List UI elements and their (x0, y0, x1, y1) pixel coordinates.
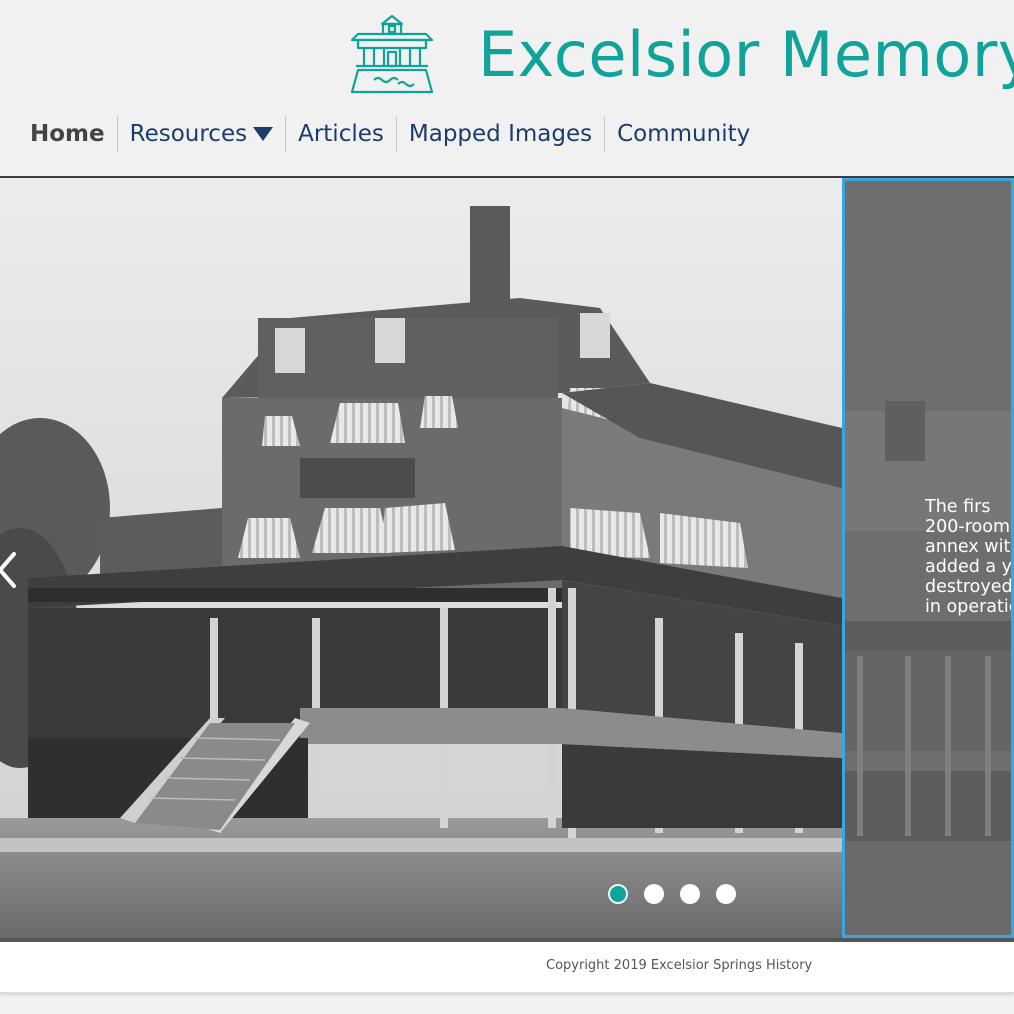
image-slideshow: The firs 200-room annex with added a y d… (0, 178, 1014, 942)
main-nav: Home Resources Articles Mapped Images Co… (18, 116, 762, 152)
copyright-text: Copyright 2019 Excelsior Springs History (546, 958, 813, 973)
nav-mapped-images[interactable]: Mapped Images (395, 116, 604, 152)
nav-community-label: Community (617, 121, 751, 147)
slide-photo (0, 178, 842, 938)
slide-indicators (608, 884, 736, 904)
site-footer: Copyright 2019 Excelsior Springs History (0, 942, 1014, 993)
nav-mapped-images-label: Mapped Images (408, 121, 593, 147)
nav-home[interactable]: Home (18, 116, 117, 152)
nav-home-label: Home (30, 121, 105, 147)
caret-down-icon (253, 127, 274, 141)
slide-dot-3[interactable] (680, 884, 700, 904)
slide-caption-panel: The firs 200-room annex with added a y d… (842, 178, 1014, 938)
slide-dot-2[interactable] (644, 884, 664, 904)
slide-dot-4[interactable] (716, 884, 736, 904)
nav-articles-label: Articles (298, 121, 384, 147)
nav-articles[interactable]: Articles (285, 116, 396, 152)
slide-caption-text: The firs 200-room annex with added a y d… (925, 497, 1014, 617)
site-title[interactable]: Excelsior Memory (478, 18, 1014, 91)
nav-resources[interactable]: Resources (116, 116, 285, 152)
nav-resources-label: Resources (129, 121, 248, 147)
building-icon[interactable] (350, 12, 434, 96)
nav-community[interactable]: Community (604, 116, 762, 152)
chevron-left-icon[interactable] (0, 550, 20, 590)
slide-dot-1[interactable] (608, 884, 628, 904)
site-header: Excelsior Memory Home Resources Articles… (0, 0, 1014, 176)
